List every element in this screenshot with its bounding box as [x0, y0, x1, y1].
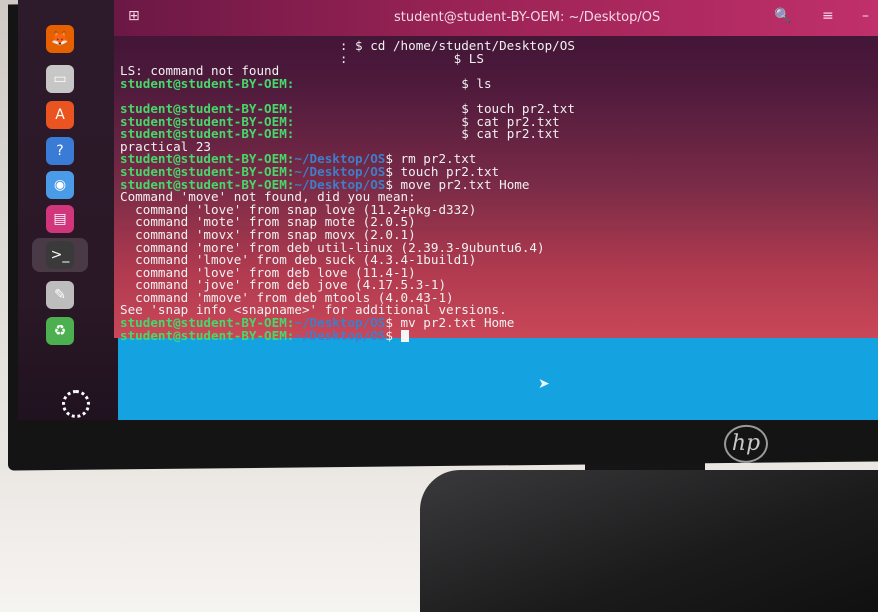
text-editor-icon[interactable]: ✎	[32, 278, 88, 312]
chromium-icon[interactable]: ◉	[32, 168, 88, 202]
line-text: $ cat pr2.txt	[294, 126, 560, 142]
app-center-icon[interactable]: A	[32, 98, 88, 132]
trash-icon-glyph: ♻	[46, 317, 74, 345]
terminal-output[interactable]: : $ cd /home/student/Desktop/OS : $ LS LS…	[120, 39, 870, 343]
terminal-icon[interactable]: >_	[32, 238, 88, 272]
desktop-background	[114, 338, 878, 420]
line-text: $ mv pr2.txt Home	[385, 315, 515, 331]
monitor-stand-base	[420, 470, 878, 612]
help-icon[interactable]: ?	[32, 134, 88, 168]
impress-icon[interactable]: ▤	[32, 202, 88, 236]
firefox-icon[interactable]: 🦊	[32, 22, 88, 56]
help-icon-glyph: ?	[46, 137, 74, 165]
terminal-window[interactable]: ⊞ student@student-BY-OEM: ~/Desktop/OS 🔍…	[114, 0, 878, 342]
new-tab-icon[interactable]: ⊞	[128, 8, 140, 24]
show-apps-icon[interactable]	[62, 390, 90, 418]
minimize-icon[interactable]: –	[862, 8, 869, 24]
text-cursor	[400, 329, 409, 342]
monitor-screen: ➤ 🦊 ▭ A? ◉ ▤ >_ ✎ ♻ ⊞ student@student-BY-OEM: ~…	[18, 0, 878, 420]
terminal-line: student@student-BY-OEM: $ cat pr2.txt	[120, 126, 870, 142]
search-icon[interactable]: 🔍	[774, 8, 791, 24]
prompt-path: ~/Desktop/OS	[294, 327, 386, 343]
menu-icon[interactable]: ≡	[822, 8, 834, 24]
files-icon[interactable]: ▭	[32, 62, 88, 96]
line-text: $ ls	[294, 75, 492, 91]
files-icon-glyph: ▭	[46, 65, 74, 93]
terminal-line: student@student-BY-OEM:~/Desktop/OS$	[120, 327, 870, 343]
mouse-pointer-icon: ➤	[538, 376, 550, 392]
text-editor-icon-glyph: ✎	[46, 281, 74, 309]
hp-logo: hp	[724, 424, 768, 464]
chromium-icon-glyph: ◉	[46, 171, 74, 199]
app-center-icon-glyph: A	[46, 101, 74, 129]
trash-icon[interactable]: ♻	[32, 314, 88, 348]
line-text: $	[385, 327, 401, 343]
terminal-icon-glyph: >_	[46, 241, 74, 269]
prompt-user-host: student@student-BY-OEM:	[120, 327, 295, 343]
firefox-icon-glyph: 🦊	[46, 25, 74, 53]
dock: 🦊 ▭ A? ◉ ▤ >_ ✎ ♻	[18, 0, 118, 420]
terminal-line: student@student-BY-OEM: $ ls	[120, 75, 870, 91]
impress-icon-glyph: ▤	[46, 205, 74, 233]
window-title: student@student-BY-OEM: ~/Desktop/OS	[394, 10, 661, 25]
prompt-user-host: student@student-BY-OEM:	[120, 75, 295, 91]
terminal-titlebar[interactable]: ⊞ student@student-BY-OEM: ~/Desktop/OS 🔍…	[114, 0, 878, 36]
